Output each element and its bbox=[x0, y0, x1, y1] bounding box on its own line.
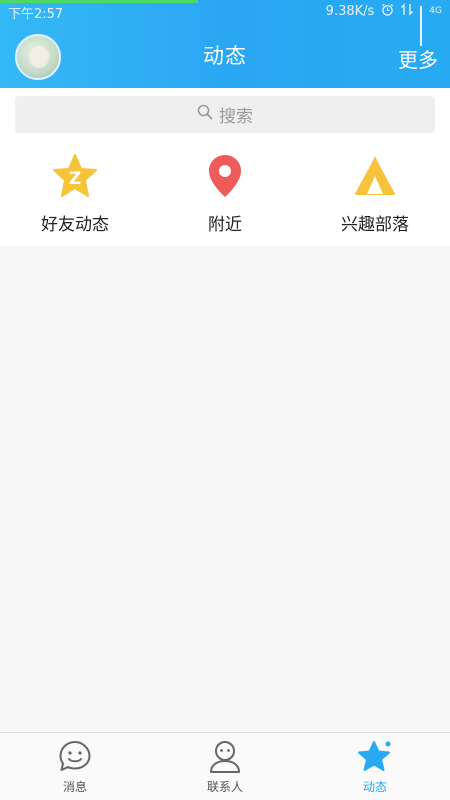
qzone-star-icon: Z bbox=[0, 152, 150, 200]
quick-entry-label: 附近 bbox=[208, 215, 242, 235]
status-bar: 下午2:57 9.38K/s 4G bbox=[0, 2, 450, 46]
tent-icon bbox=[300, 152, 450, 200]
header-bar: 下午2:57 9.38K/s 4G 动态 更多 bbox=[0, 0, 450, 88]
data-transfer-icon bbox=[401, 3, 414, 20]
bottom-tab-bar: 消息 联系人 动态 bbox=[0, 732, 450, 800]
more-button[interactable]: 更多 bbox=[398, 44, 438, 73]
search-placeholder: 搜索 bbox=[219, 107, 253, 127]
tab-messages[interactable]: 消息 bbox=[0, 739, 150, 795]
search-section: 搜索 bbox=[0, 88, 450, 140]
status-time: 下午2:57 bbox=[8, 7, 64, 22]
search-input[interactable]: 搜索 bbox=[15, 96, 435, 133]
alarm-icon bbox=[381, 3, 394, 20]
tab-label: 联系人 bbox=[206, 780, 243, 794]
location-pin-icon bbox=[150, 152, 300, 200]
star-icon bbox=[300, 739, 450, 775]
feed-content-area bbox=[0, 246, 450, 732]
tab-label: 动态 bbox=[362, 780, 387, 794]
network-type-label: 4G bbox=[429, 6, 442, 16]
search-icon bbox=[197, 104, 219, 125]
network-speed: 9.38K/s bbox=[325, 4, 375, 19]
quick-entry-label: 好友动态 bbox=[41, 215, 109, 235]
contact-person-icon bbox=[150, 739, 300, 775]
signal-icon bbox=[420, 5, 423, 46]
quick-entry-label: 兴趣部落 bbox=[341, 215, 409, 235]
quick-entry-nearby[interactable]: 附近 bbox=[150, 152, 300, 235]
tab-contacts[interactable]: 联系人 bbox=[150, 739, 300, 795]
svg-text:Z: Z bbox=[69, 169, 81, 189]
tab-label: 消息 bbox=[62, 780, 87, 794]
tab-feed[interactable]: 动态 bbox=[300, 739, 450, 795]
chat-smile-icon bbox=[0, 739, 150, 775]
quick-entry-interest-tribe[interactable]: 兴趣部落 bbox=[300, 152, 450, 235]
page-title: 动态 bbox=[203, 44, 247, 68]
quick-entry-friend-feed[interactable]: Z 好友动态 bbox=[0, 152, 150, 235]
quick-entries: Z 好友动态 附近 兴趣部落 bbox=[0, 140, 450, 246]
